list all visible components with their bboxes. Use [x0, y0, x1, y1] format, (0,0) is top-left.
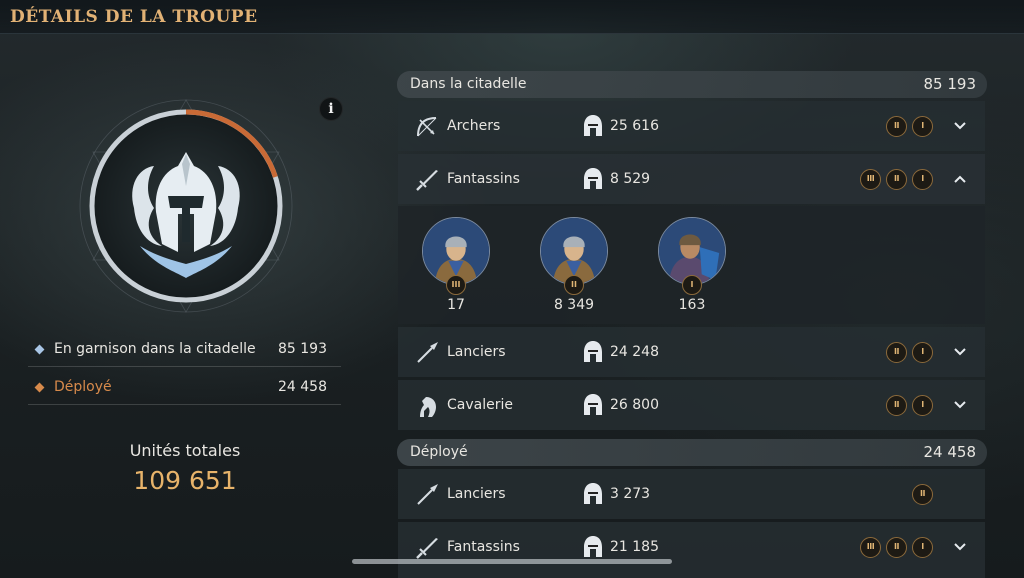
deployed-diamond-icon [34, 382, 45, 393]
helmet-icon [584, 168, 602, 189]
tier-badge: II [886, 395, 907, 416]
helmet-icon [584, 536, 602, 557]
deployed-value: 24 458 [278, 379, 327, 395]
troop-count: 25 616 [610, 118, 659, 134]
troop-row-infantry[interactable]: Fantassins 8 529 III II I [398, 154, 985, 204]
garrison-summary-row: En garnison dans la citadelle 85 193 [28, 331, 341, 367]
troop-count: 26 800 [610, 397, 659, 413]
troop-name: Fantassins [447, 171, 520, 187]
tier-badge: II [886, 537, 907, 558]
troop-count: 3 273 [610, 486, 651, 502]
tier-badge: I [682, 275, 702, 295]
total-units-label: Unités totales [129, 441, 241, 460]
sword-icon [416, 538, 438, 559]
tier-badge: II [912, 484, 933, 505]
tier-badge: II [886, 116, 907, 137]
spear-icon [417, 484, 438, 505]
tier-badge: I [912, 537, 933, 558]
total-units-value: 109 651 [133, 466, 237, 495]
troop-name: Lanciers [447, 486, 506, 502]
troop-name: Fantassins [447, 539, 520, 555]
deployed-summary-row: Déployé 24 458 [28, 369, 341, 405]
troop-row-archers[interactable]: Archers 25 616 II I [398, 101, 985, 151]
tier-badge: II [886, 169, 907, 190]
helmet-icon [584, 483, 602, 504]
page-title: DÉTAILS DE LA TROUPE [10, 7, 258, 27]
troop-count: 21 185 [610, 539, 659, 555]
tier-badge: I [912, 342, 933, 363]
section-label: Dans la citadelle [410, 76, 527, 92]
tier-badge: III [860, 537, 881, 558]
spear-icon [417, 342, 438, 363]
top-bar: DÉTAILS DE LA TROUPE [0, 0, 1024, 34]
tier-badge: I [912, 395, 933, 416]
troop-row-cavalry[interactable]: Cavalerie 26 800 II I [398, 380, 985, 430]
section-value: 24 458 [923, 443, 977, 461]
sword-icon [416, 170, 438, 191]
troop-name: Cavalerie [447, 397, 513, 413]
soldier-count: 8 349 [553, 297, 595, 313]
chevron-down-icon[interactable] [953, 345, 967, 359]
helmet-icon [584, 341, 602, 362]
garrison-diamond-icon [34, 344, 45, 355]
tier-badge: I [912, 116, 933, 137]
troop-name: Lanciers [447, 344, 506, 360]
horse-icon [420, 397, 436, 417]
tier-badge: II [564, 275, 584, 295]
helmet-icon [584, 394, 602, 415]
bow-icon [417, 117, 437, 137]
chevron-down-icon[interactable] [953, 540, 967, 554]
garrison-value: 85 193 [278, 341, 327, 357]
section-value: 85 193 [923, 75, 977, 93]
troop-count: 8 529 [610, 171, 651, 187]
garrison-label: En garnison dans la citadelle [54, 341, 256, 357]
troop-row-deployed-spearmen[interactable]: Lanciers 3 273 II [398, 469, 985, 519]
chevron-down-icon[interactable] [953, 119, 967, 133]
chevron-up-icon[interactable] [953, 172, 967, 186]
tier-badge: I [912, 169, 933, 190]
soldier-tier-3[interactable]: III 17 [422, 217, 490, 313]
home-indicator-bar[interactable] [352, 559, 672, 564]
soldier-tier-2[interactable]: II 8 349 [540, 217, 608, 313]
helmet-icon [584, 115, 602, 136]
soldier-tier-1[interactable]: I 163 [658, 217, 726, 313]
chevron-down-icon[interactable] [953, 398, 967, 412]
infantry-tier-panel: III 17 II 8 349 I 163 [398, 206, 985, 324]
section-header-citadel: Dans la citadelle 85 193 [397, 71, 987, 98]
troop-emblem [79, 99, 293, 313]
soldier-count: 163 [678, 297, 706, 313]
troop-row-deployed-infantry[interactable]: Fantassins 21 185 III II I [398, 522, 985, 578]
troop-name: Archers [447, 118, 501, 134]
tier-badge: III [446, 275, 466, 295]
section-label: Déployé [410, 444, 468, 460]
soldier-count: 17 [447, 297, 465, 313]
troop-row-spearmen[interactable]: Lanciers 24 248 II I [398, 327, 985, 377]
tier-badge: III [860, 169, 881, 190]
deployed-label: Déployé [54, 379, 112, 395]
info-icon[interactable]: i [319, 97, 343, 121]
tier-badge: II [886, 342, 907, 363]
troop-count: 24 248 [610, 344, 659, 360]
section-header-deployed: Déployé 24 458 [397, 439, 987, 466]
